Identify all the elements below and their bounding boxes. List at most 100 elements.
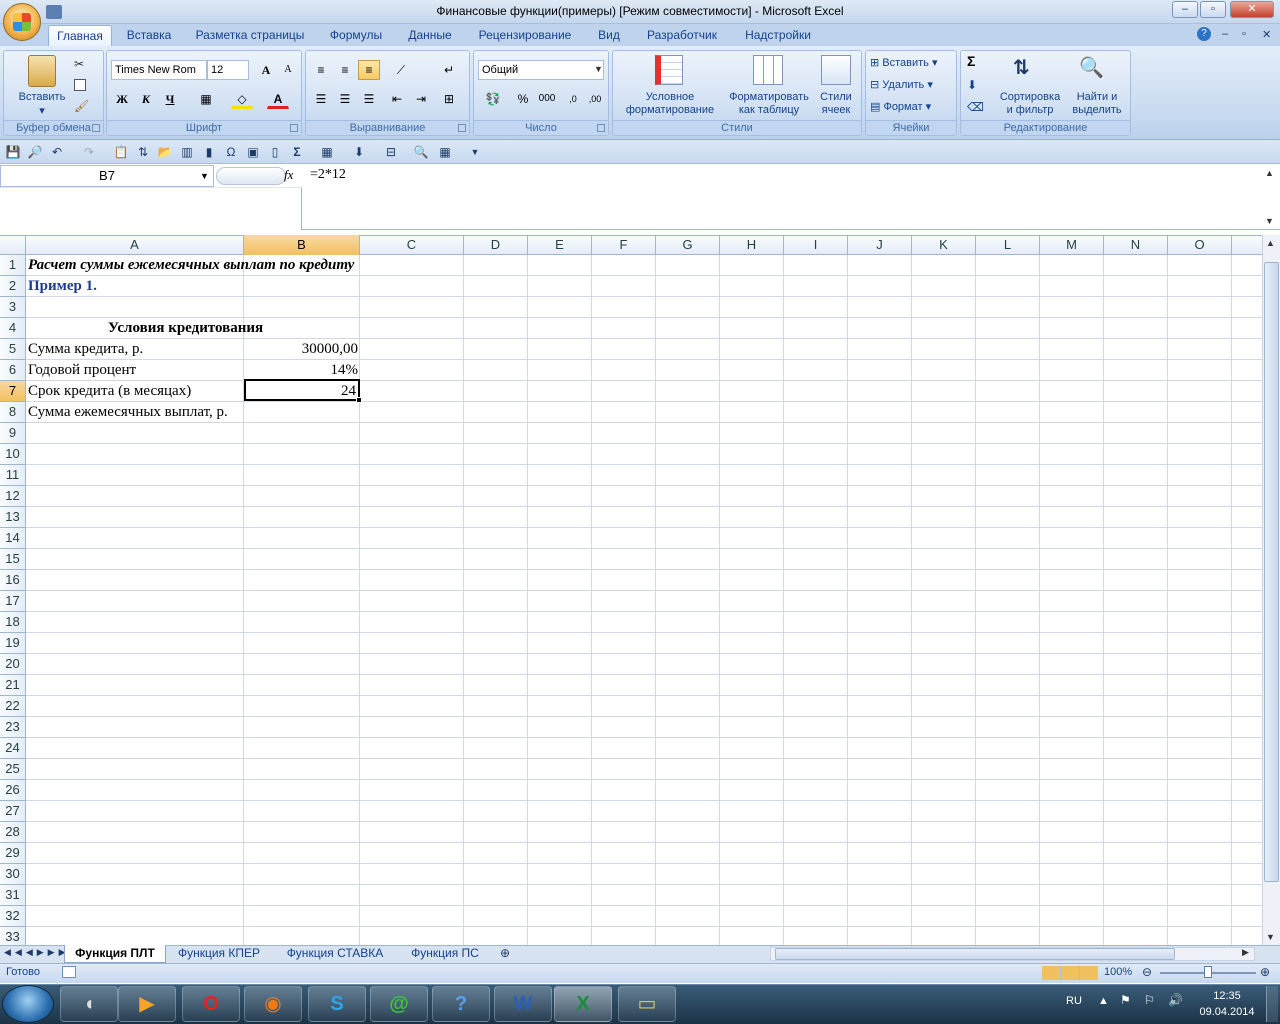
row-header-19[interactable]: 19 bbox=[0, 633, 26, 654]
excel-icon[interactable]: X bbox=[554, 986, 612, 1022]
align-center-icon[interactable]: ☰ bbox=[334, 89, 356, 109]
row-header-23[interactable]: 23 bbox=[0, 717, 26, 738]
workbook-close-icon[interactable]: ✕ bbox=[1262, 28, 1271, 41]
column-header-G[interactable]: G bbox=[656, 235, 720, 255]
sheet-tab-plt[interactable]: Функция ПЛТ bbox=[64, 945, 166, 963]
cell-A4[interactable]: Условия кредитования bbox=[108, 318, 263, 339]
decrease-decimal-button[interactable]: ,00 bbox=[584, 89, 606, 109]
thousands-button[interactable]: 000 bbox=[536, 89, 558, 109]
start-button-icon[interactable] bbox=[2, 985, 54, 1023]
merge-center-icon[interactable]: ⊞ bbox=[438, 89, 460, 109]
shrink-font-button[interactable]: A bbox=[277, 60, 299, 80]
select-all-button[interactable] bbox=[0, 235, 26, 255]
row-header-5[interactable]: 5 bbox=[0, 339, 26, 360]
close-button[interactable]: ✕ bbox=[1230, 1, 1274, 18]
sheet-tab-ps[interactable]: Функция ПС bbox=[400, 945, 490, 963]
customize-qat-icon[interactable]: ▼ bbox=[466, 143, 484, 161]
underline-button[interactable]: Ч bbox=[159, 89, 181, 109]
sheet-tab-kper[interactable]: Функция КПЕР bbox=[168, 945, 270, 963]
decrease-indent-icon[interactable]: ⇤ bbox=[386, 89, 408, 109]
font-name-select[interactable]: Times New Rom bbox=[111, 60, 207, 80]
column-header-N[interactable]: N bbox=[1104, 235, 1168, 255]
row-header-17[interactable]: 17 bbox=[0, 591, 26, 612]
dialog-launcher-icon[interactable] bbox=[597, 124, 605, 132]
zoom-icon[interactable]: 🔍 bbox=[412, 143, 430, 161]
merge-icon[interactable]: ⊟ bbox=[382, 143, 400, 161]
row-header-3[interactable]: 3 bbox=[0, 297, 26, 318]
row-header-7[interactable]: 7 bbox=[0, 381, 26, 402]
row-header-18[interactable]: 18 bbox=[0, 612, 26, 633]
align-middle-icon[interactable]: ≡ bbox=[334, 60, 356, 80]
scroll-up-icon[interactable]: ▲ bbox=[1265, 168, 1274, 178]
speaker-app-icon[interactable]: ◖ bbox=[60, 986, 118, 1022]
row-header-16[interactable]: 16 bbox=[0, 570, 26, 591]
row-header-12[interactable]: 12 bbox=[0, 486, 26, 507]
row-header-9[interactable]: 9 bbox=[0, 423, 26, 444]
cell-A5[interactable]: Сумма кредита, р. bbox=[28, 339, 143, 360]
column-header-J[interactable]: J bbox=[848, 235, 912, 255]
delete-cells-button[interactable]: ⊟ Удалить ▾ bbox=[870, 79, 933, 92]
redo-icon[interactable]: ↷ bbox=[80, 143, 98, 161]
symbol-icon[interactable]: Ω bbox=[222, 143, 240, 161]
column-header-F[interactable]: F bbox=[592, 235, 656, 255]
bold-button[interactable]: Ж bbox=[111, 89, 133, 109]
name-box-dropdown-icon[interactable]: ▼ bbox=[200, 171, 209, 181]
grow-font-button[interactable]: A bbox=[255, 60, 277, 80]
italic-button[interactable]: К bbox=[135, 89, 157, 109]
dialog-launcher-icon[interactable] bbox=[92, 124, 100, 132]
name-box[interactable]: B7 bbox=[0, 165, 214, 187]
autosum-button[interactable]: Σ bbox=[967, 54, 975, 68]
paste-button[interactable]: Вставить bbox=[12, 91, 72, 104]
tab-page-layout[interactable]: Разметка страницы bbox=[190, 25, 310, 46]
paste-dropdown-icon[interactable]: ▾ bbox=[34, 105, 50, 118]
fill-down-icon[interactable]: ⬇ bbox=[350, 143, 368, 161]
insert-function-button[interactable]: fx bbox=[284, 167, 293, 183]
conditional-format-button[interactable]: Условное форматирование bbox=[613, 91, 727, 117]
row-header-14[interactable]: 14 bbox=[0, 528, 26, 549]
fill-handle[interactable] bbox=[356, 397, 362, 403]
row-header-24[interactable]: 24 bbox=[0, 738, 26, 759]
sheet-nav-icons[interactable]: ◀◀◀▶▶▶ bbox=[4, 947, 70, 958]
font-color-button[interactable]: A bbox=[267, 89, 289, 109]
explorer-icon[interactable]: ▭ bbox=[618, 986, 676, 1022]
font-size-select[interactable]: 12 bbox=[207, 60, 249, 80]
row-header-26[interactable]: 26 bbox=[0, 780, 26, 801]
column-header-E[interactable]: E bbox=[528, 235, 592, 255]
tab-addins[interactable]: Надстройки bbox=[736, 25, 820, 46]
row-header-15[interactable]: 15 bbox=[0, 549, 26, 570]
row-header-4[interactable]: 4 bbox=[0, 318, 26, 339]
dialog-launcher-icon[interactable] bbox=[290, 124, 298, 132]
row-header-2[interactable]: 2 bbox=[0, 276, 26, 297]
tab-formulas[interactable]: Формулы bbox=[322, 25, 390, 46]
column-header-B[interactable]: B bbox=[244, 235, 360, 255]
sort-icon[interactable]: ⇅ bbox=[134, 143, 152, 161]
chart-wizard-icon[interactable]: ▮ bbox=[200, 143, 218, 161]
cell-A7[interactable]: Срок кредита (в месяцах) bbox=[28, 381, 191, 402]
number-format-select[interactable]: Общий bbox=[478, 60, 604, 80]
word-icon[interactable]: W bbox=[494, 986, 552, 1022]
format-painter-icon[interactable]: 🖌 bbox=[74, 99, 89, 113]
percent-button[interactable]: % bbox=[512, 89, 534, 109]
print-preview-icon[interactable]: 🔎 bbox=[26, 143, 44, 161]
paste-icon[interactable]: 📋 bbox=[112, 143, 130, 161]
row-header-27[interactable]: 27 bbox=[0, 801, 26, 822]
new-doc-icon[interactable]: ▯ bbox=[266, 143, 284, 161]
column-header-O[interactable]: O bbox=[1168, 235, 1232, 255]
align-left-icon[interactable]: ☰ bbox=[310, 89, 332, 109]
row-header-31[interactable]: 31 bbox=[0, 885, 26, 906]
increase-indent-icon[interactable]: ⇥ bbox=[410, 89, 432, 109]
formula-input[interactable]: =2*12 bbox=[310, 167, 346, 183]
insert-cells-button[interactable]: ⊞ Вставить ▾ bbox=[870, 57, 938, 70]
currency-icon[interactable]: 💱 bbox=[478, 89, 508, 109]
align-bottom-icon[interactable]: ≡ bbox=[358, 60, 380, 80]
flag-icon[interactable]: ⚐ bbox=[1144, 993, 1155, 1007]
row-header-29[interactable]: 29 bbox=[0, 843, 26, 864]
ribbon-restore-icon[interactable]: ▫ bbox=[1242, 28, 1246, 40]
network-icon[interactable]: ⚑ bbox=[1120, 993, 1131, 1007]
tab-developer[interactable]: Разработчик bbox=[638, 25, 726, 46]
tab-home[interactable]: Главная bbox=[48, 25, 112, 46]
copy-icon[interactable] bbox=[74, 79, 86, 91]
insert-sheet-icon[interactable]: ⊕ bbox=[500, 946, 510, 960]
cell-B5[interactable]: 30000,00 bbox=[244, 339, 358, 360]
help-icon[interactable]: ? bbox=[1197, 27, 1211, 41]
